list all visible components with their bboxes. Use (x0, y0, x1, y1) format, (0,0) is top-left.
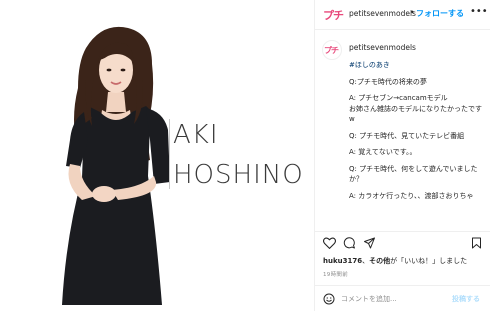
likes-summary: huku3176、その他が「いいね！」しました (323, 256, 467, 266)
post-side-panel: プチ petitsevenmodels • フォローする ••• プチ peti… (315, 0, 490, 311)
comment-input[interactable] (341, 292, 441, 305)
model-figure-image (62, 26, 170, 305)
header-username[interactable]: petitsevenmodels (349, 9, 416, 18)
likes-suffix: が「いいね！」しました (390, 257, 468, 265)
heart-icon[interactable] (323, 237, 336, 249)
caption-line: A: カラオケ行ったり、、渡部さおりちゃ (349, 191, 474, 200)
caption-line: A: 覚えてないです。。 (349, 148, 417, 156)
caption-line: Q: プチモ時代、何をして遊んでいましたか？ (349, 164, 478, 184)
model-last-name: HOSHINO (173, 160, 304, 190)
caption-avatar-logo: プチ (324, 46, 339, 55)
follow-button[interactable]: フォローする (416, 8, 464, 19)
caption-line: Q:プチモ時代の将来の夢 (349, 77, 427, 86)
post-photo[interactable]: AKI HOSHINO (0, 0, 315, 311)
comment-icon[interactable] (343, 237, 356, 249)
comment-bar: 投稿する (315, 285, 490, 311)
caption-username[interactable]: petitsevenmodels (349, 43, 416, 52)
likes-user[interactable]: huku3176 (323, 257, 362, 265)
post-comment-button[interactable]: 投稿する (452, 294, 480, 304)
caption-avatar[interactable]: プチ (322, 40, 342, 60)
emoji-icon[interactable] (323, 293, 335, 305)
caption-line: Q: プチモ時代、見ていたテレビ番組 (349, 131, 465, 140)
caption-line: A: プチセブン→cancamモデル お姉さん雑誌のモデルになりたかったです w (349, 94, 482, 123)
post-actions-bar (315, 231, 490, 253)
post-header: プチ petitsevenmodels • フォローする ••• (315, 0, 490, 30)
caption-text: #ほしのあき Q:プチモ時代の将来の夢 A: プチセブン→cancamモデル お… (349, 60, 484, 230)
brand-logo[interactable]: プチ (323, 7, 344, 23)
name-divider (169, 119, 170, 189)
caption-hashtag[interactable]: #ほしのあき (349, 60, 484, 71)
share-icon[interactable] (363, 237, 376, 249)
more-options-icon[interactable]: ••• (470, 6, 488, 17)
post-timestamp[interactable]: 19時間前 (323, 270, 348, 278)
likes-others[interactable]: その他 (369, 257, 390, 265)
bookmark-icon[interactable] (471, 237, 482, 249)
header-separator: • (410, 8, 415, 17)
model-first-name: AKI (173, 120, 219, 150)
